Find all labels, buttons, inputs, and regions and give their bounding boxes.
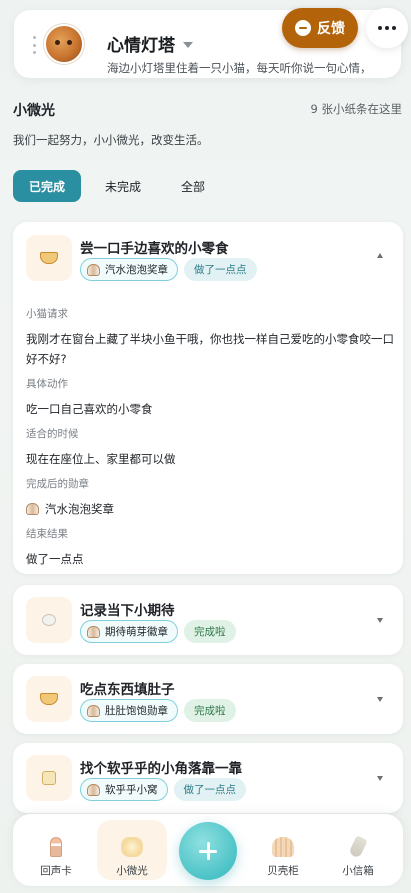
shell-icon bbox=[87, 625, 100, 638]
app-title-dropdown[interactable]: 心情灯塔 bbox=[107, 31, 193, 56]
badge-label: 汽水泡泡奖章 bbox=[105, 264, 168, 276]
card-title: 找个软乎乎的小角落靠一靠 bbox=[80, 761, 242, 777]
more-options-button[interactable] bbox=[366, 8, 408, 48]
status-badge: 完成啦 bbox=[184, 699, 236, 722]
detail-action: 具体动作 吃一口自己喜欢的小零食 bbox=[26, 376, 396, 419]
detail-value: 汽水泡泡奖章 bbox=[45, 502, 114, 516]
nav-label: 小信箱 bbox=[342, 865, 374, 877]
shell-icon bbox=[87, 704, 100, 717]
badge-label: 期待萌芽徽章 bbox=[105, 626, 168, 638]
tab-incomplete[interactable]: 未完成 bbox=[89, 170, 157, 202]
detail-request: 小猫请求 我刚才在窗台上藏了半块小鱼干哦，你也找一样自己爱吃的小零食咬一口好不好… bbox=[26, 306, 396, 369]
badge-label: 软乎乎小窝 bbox=[105, 784, 158, 796]
more-dot-icon bbox=[378, 26, 382, 30]
chevron-down-icon[interactable] bbox=[377, 776, 383, 781]
tab-all[interactable]: 全部 bbox=[165, 170, 221, 202]
chevron-down-icon[interactable] bbox=[377, 697, 383, 702]
shell-icon bbox=[87, 783, 100, 796]
card-title: 记录当下小期待 bbox=[80, 603, 175, 619]
note-count: 9 张小纸条在这里 bbox=[310, 102, 402, 116]
light-icon bbox=[121, 837, 143, 857]
lighthouse-icon bbox=[50, 837, 62, 857]
task-card[interactable]: 找个软乎乎的小角落靠一靠 软乎乎小窝 做了一点点 bbox=[13, 743, 403, 813]
card-title: 尝一口手边喜欢的小零食 bbox=[80, 241, 229, 257]
card-title: 吃点东西填肚子 bbox=[80, 682, 175, 698]
detail-label: 适合的时候 bbox=[26, 428, 79, 440]
snack-icon bbox=[26, 676, 72, 722]
detail-value: 我刚才在窗台上藏了半块小鱼干哦，你也找一样自己爱吃的小零食咬一口好不好? bbox=[26, 332, 394, 366]
detail-result: 结束结果 做了一点点 bbox=[26, 526, 396, 569]
badge-chip: 期待萌芽徽章 bbox=[80, 620, 178, 643]
detail-value: 现在在座位上、家里都可以做 bbox=[26, 452, 176, 466]
task-card[interactable]: 记录当下小期待 期待萌芽徽章 完成啦 bbox=[13, 585, 403, 655]
task-card[interactable]: 尝一口手边喜欢的小零食 汽水泡泡奖章 做了一点点 小猫请求 我刚才在窗台上藏了半… bbox=[13, 222, 403, 574]
status-badge: 完成啦 bbox=[184, 620, 236, 643]
detail-badge: 完成后的勋章 汽水泡泡奖章 bbox=[26, 476, 396, 519]
nav-label: 小微光 bbox=[116, 865, 148, 877]
minus-circle-icon bbox=[295, 20, 311, 36]
badge-chip: 软乎乎小窝 bbox=[80, 778, 168, 801]
nav-item-echo-card[interactable]: 回声卡 bbox=[21, 824, 91, 880]
tab-completed[interactable]: 已完成 bbox=[13, 170, 82, 202]
badge-chip: 肚肚饱饱勋章 bbox=[80, 699, 178, 722]
app-title: 心情灯塔 bbox=[107, 36, 175, 56]
detail-label: 具体动作 bbox=[26, 378, 68, 390]
caret-down-icon bbox=[183, 41, 193, 48]
detail-label: 结束结果 bbox=[26, 528, 68, 540]
chevron-up-icon[interactable] bbox=[377, 253, 383, 258]
chevron-down-icon[interactable] bbox=[377, 618, 383, 623]
avatar[interactable] bbox=[44, 24, 84, 64]
feedback-button[interactable]: 反馈 bbox=[282, 8, 358, 48]
bottom-nav: 回声卡 小微光 贝壳柜 小信箱 bbox=[13, 814, 403, 886]
detail-value: 做了一点点 bbox=[26, 552, 84, 566]
app-subtitle: 海边小灯塔里住着一只小猫，每天听你说一句心情， bbox=[107, 61, 372, 75]
nav-label: 回声卡 bbox=[40, 865, 72, 877]
sparkle-icon bbox=[26, 597, 72, 643]
detail-timing: 适合的时候 现在在座位上、家里都可以做 bbox=[26, 426, 396, 469]
task-card[interactable]: 吃点东西填肚子 肚肚饱饱勋章 完成啦 bbox=[13, 664, 403, 734]
detail-label: 完成后的勋章 bbox=[26, 478, 89, 490]
badge-label: 肚肚饱饱勋章 bbox=[105, 705, 168, 717]
more-dot-icon bbox=[392, 26, 396, 30]
badge-chip: 汽水泡泡奖章 bbox=[80, 258, 178, 281]
drag-handle-icon[interactable] bbox=[32, 36, 36, 54]
shell-icon bbox=[26, 503, 39, 515]
cushion-icon bbox=[26, 755, 72, 801]
snack-icon bbox=[26, 235, 72, 281]
shell-icon bbox=[87, 263, 100, 276]
filter-tabs: 已完成 未完成 全部 bbox=[13, 170, 221, 202]
status-badge: 做了一点点 bbox=[184, 258, 257, 281]
plus-icon bbox=[199, 842, 217, 860]
detail-label: 小猫请求 bbox=[26, 308, 68, 320]
feedback-label: 反馈 bbox=[317, 21, 345, 37]
shell-icon bbox=[272, 837, 294, 857]
section-description: 我们一起努力，小小微光，改变生活。 bbox=[13, 133, 209, 147]
bottle-icon bbox=[348, 835, 368, 859]
nav-item-mailbox[interactable]: 小信箱 bbox=[323, 824, 393, 880]
section-title: 小微光 bbox=[13, 103, 55, 119]
nav-item-little-light[interactable]: 小微光 bbox=[97, 820, 167, 880]
nav-item-shell-cabinet[interactable]: 贝壳柜 bbox=[248, 824, 318, 880]
add-button[interactable] bbox=[179, 822, 237, 880]
more-dot-icon bbox=[385, 26, 389, 30]
detail-value: 吃一口自己喜欢的小零食 bbox=[26, 402, 153, 416]
status-badge: 做了一点点 bbox=[173, 778, 246, 801]
nav-label: 贝壳柜 bbox=[267, 865, 299, 877]
